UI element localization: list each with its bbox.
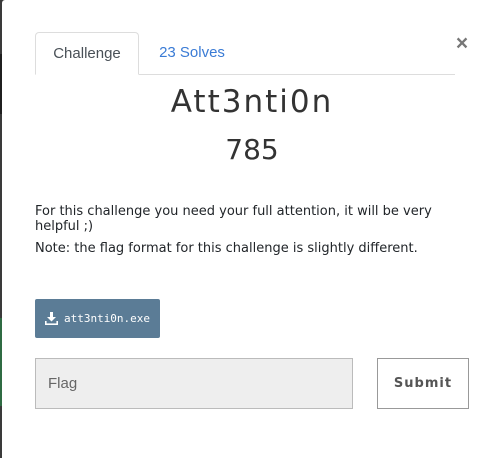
tab-challenge[interactable]: Challenge (35, 32, 139, 75)
submit-button[interactable]: Submit (377, 358, 469, 409)
challenge-value: 785 (225, 133, 279, 166)
download-icon (44, 312, 58, 325)
challenge-description: For this challenge you need your full at… (35, 204, 432, 234)
challenge-modal: × Challenge 23 Solves Att3nti0n 785 For … (2, 0, 502, 458)
file-name-label: att3nti0n.exe (63, 312, 151, 325)
challenge-note: Note: the flag format for this challenge… (35, 241, 418, 256)
modal-tabs: Challenge 23 Solves (35, 32, 455, 75)
challenge-title: Att3nti0n (170, 84, 334, 120)
flag-input[interactable] (35, 358, 353, 409)
close-button[interactable]: × (453, 33, 471, 55)
tab-solves[interactable]: 23 Solves (140, 32, 244, 73)
download-file-button[interactable]: att3nti0n.exe (35, 299, 160, 338)
